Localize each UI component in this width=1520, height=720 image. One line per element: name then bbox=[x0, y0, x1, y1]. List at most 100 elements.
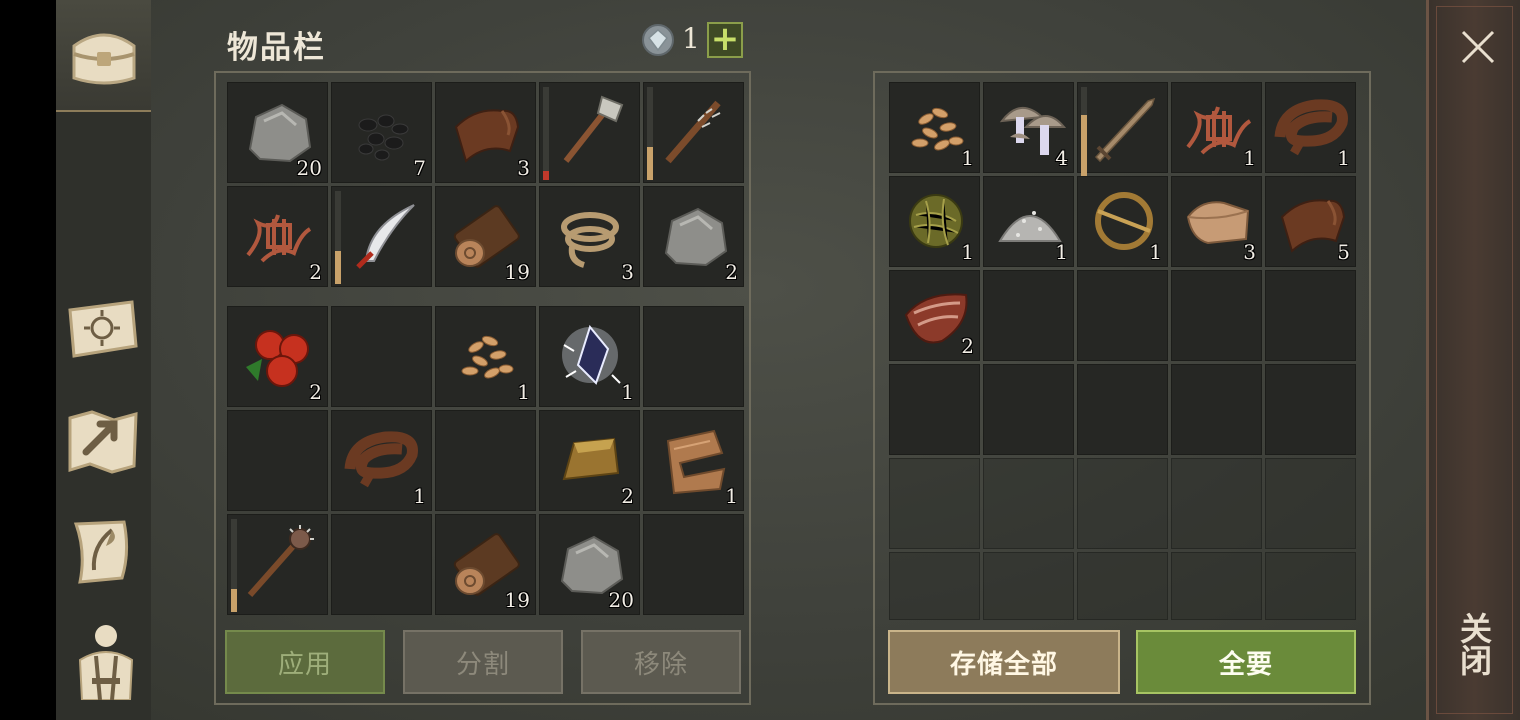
backpack-slot[interactable]: 2 bbox=[539, 410, 640, 511]
backpack-slot[interactable] bbox=[331, 514, 432, 615]
crafting-book-icon[interactable] bbox=[62, 290, 142, 370]
storage-slot[interactable] bbox=[889, 364, 980, 455]
durability-fill bbox=[543, 171, 549, 180]
sword-icon bbox=[1094, 97, 1156, 163]
backpack-slot[interactable] bbox=[331, 306, 432, 407]
character-equipment-icon[interactable] bbox=[66, 620, 146, 700]
split-button[interactable]: 分割 bbox=[403, 630, 563, 694]
storage-slot[interactable]: 1 bbox=[1077, 176, 1168, 267]
quickbar-slot[interactable]: 3 bbox=[539, 186, 640, 287]
item-count: 2 bbox=[309, 260, 322, 284]
quest-scroll-icon[interactable] bbox=[62, 512, 142, 592]
item-count: 3 bbox=[517, 156, 530, 180]
storage-slot[interactable] bbox=[983, 270, 1074, 361]
backpack-slot[interactable] bbox=[435, 410, 536, 511]
storage-slot[interactable]: 1 bbox=[983, 176, 1074, 267]
durability-fill bbox=[1081, 115, 1087, 180]
mace-icon bbox=[247, 525, 314, 597]
storage-locked-slot bbox=[889, 552, 980, 620]
add-currency-button[interactable]: + bbox=[707, 22, 743, 58]
item-count: 2 bbox=[725, 260, 738, 284]
cloth-icon bbox=[666, 429, 726, 495]
storage-slot[interactable]: 1 bbox=[889, 82, 980, 173]
storage-slot[interactable] bbox=[1171, 364, 1262, 455]
backpack-slot[interactable] bbox=[227, 410, 328, 511]
close-icon[interactable] bbox=[1459, 28, 1497, 66]
backpack-slot[interactable]: 1 bbox=[643, 410, 744, 511]
quickbar-slot[interactable] bbox=[643, 82, 744, 183]
scimitar-icon bbox=[356, 204, 415, 269]
close-panel-border bbox=[1436, 6, 1513, 714]
item-count: 4 bbox=[1055, 146, 1068, 170]
storage-locked-slot bbox=[889, 458, 980, 549]
backpack-slot[interactable] bbox=[227, 514, 328, 615]
backpack-slot[interactable]: 1 bbox=[331, 410, 432, 511]
quickbar-slot[interactable]: 19 bbox=[435, 186, 536, 287]
crystal-icon bbox=[562, 324, 621, 385]
storage-slot[interactable] bbox=[1077, 364, 1168, 455]
apply-button[interactable]: 应用 bbox=[225, 630, 385, 694]
close-button[interactable]: 关闭 bbox=[1455, 612, 1497, 692]
quickbar-slot[interactable]: 2 bbox=[643, 186, 744, 287]
storage-slot[interactable]: 2 bbox=[889, 270, 980, 361]
item-count: 3 bbox=[621, 260, 634, 284]
storage-slot[interactable] bbox=[983, 364, 1074, 455]
page-title: 物品栏 bbox=[227, 30, 326, 66]
stone-icon bbox=[664, 207, 728, 267]
leather-strip-icon bbox=[344, 431, 418, 488]
storage-slot[interactable] bbox=[1265, 270, 1356, 361]
item-count: 2 bbox=[621, 484, 634, 508]
item-count: 1 bbox=[1337, 146, 1350, 170]
durability-fill bbox=[231, 589, 237, 612]
backpack-slot[interactable] bbox=[643, 306, 744, 407]
item-count: 1 bbox=[517, 380, 530, 404]
storage-locked-slot bbox=[983, 458, 1074, 549]
close-panel: 关闭 bbox=[1426, 0, 1520, 720]
storage-slot[interactable]: 4 bbox=[983, 82, 1074, 173]
backpack-slot[interactable]: 1 bbox=[539, 306, 640, 407]
backpack-slot[interactable]: 20 bbox=[539, 514, 640, 615]
item-count: 1 bbox=[1243, 146, 1256, 170]
storage-slot[interactable]: 1 bbox=[1265, 82, 1356, 173]
storage-slot[interactable]: 5 bbox=[1265, 176, 1356, 267]
storage-slot[interactable] bbox=[1265, 364, 1356, 455]
item-count: 7 bbox=[413, 156, 426, 180]
quickbar-slot[interactable] bbox=[539, 82, 640, 183]
backpack-slot[interactable]: 19 bbox=[435, 514, 536, 615]
leather-icon bbox=[454, 109, 520, 163]
backpack-slot[interactable]: 2 bbox=[227, 306, 328, 407]
item-count: 2 bbox=[309, 380, 322, 404]
storage-slot[interactable]: 3 bbox=[1171, 176, 1262, 267]
quickbar-slot[interactable]: 3 bbox=[435, 82, 536, 183]
quickbar-slot[interactable]: 7 bbox=[331, 82, 432, 183]
storage-slot[interactable] bbox=[1077, 82, 1168, 180]
map-icon[interactable] bbox=[62, 402, 142, 482]
durability-bar bbox=[335, 191, 341, 284]
quickbar-slot[interactable]: 2 bbox=[227, 186, 328, 287]
storage-slot[interactable]: 1 bbox=[1171, 82, 1262, 173]
store-all-button[interactable]: 存储全部 bbox=[888, 630, 1120, 694]
storage-slot[interactable] bbox=[1077, 270, 1168, 361]
storage-locked-slot bbox=[1171, 552, 1262, 620]
quickbar-slot[interactable] bbox=[331, 186, 432, 287]
storage-slot[interactable]: 1 bbox=[889, 176, 980, 267]
storage-locked-slot bbox=[1077, 552, 1168, 620]
durability-bar bbox=[647, 87, 653, 180]
item-count: 2 bbox=[961, 334, 974, 358]
item-count: 1 bbox=[725, 484, 738, 508]
storage-slot[interactable] bbox=[1171, 270, 1262, 361]
take-all-button[interactable]: 全要 bbox=[1136, 630, 1356, 694]
item-count: 1 bbox=[1149, 240, 1162, 264]
remove-button[interactable]: 移除 bbox=[581, 630, 741, 694]
item-count: 19 bbox=[504, 588, 530, 612]
chest-tab-icon[interactable] bbox=[64, 18, 144, 98]
storage-locked-slot bbox=[1171, 458, 1262, 549]
backpack-slot[interactable]: 1 bbox=[435, 306, 536, 407]
item-count: 20 bbox=[296, 156, 322, 180]
item-count: 1 bbox=[961, 146, 974, 170]
item-count: 20 bbox=[608, 588, 634, 612]
backpack-slot[interactable] bbox=[643, 514, 744, 615]
quickbar-slot[interactable]: 20 bbox=[227, 82, 328, 183]
storage-locked-slot bbox=[1265, 458, 1356, 549]
rope-icon bbox=[561, 212, 619, 268]
